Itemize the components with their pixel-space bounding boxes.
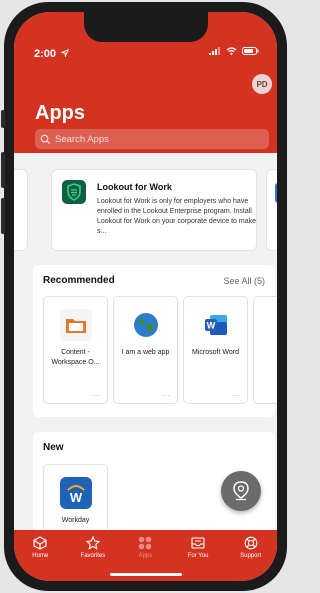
folder-icon xyxy=(60,309,92,341)
tab-label: Home xyxy=(32,553,49,559)
app-card-word[interactable]: W Microsoft Word ... xyxy=(183,296,248,404)
inbox-icon xyxy=(191,537,205,549)
tab-support[interactable]: Support xyxy=(224,530,277,581)
volume-up-button xyxy=(1,152,5,188)
notch xyxy=(84,12,208,42)
recommended-title: Recommended xyxy=(43,275,115,286)
location-arrow-icon xyxy=(60,48,70,58)
avatar[interactable]: PD xyxy=(252,74,272,94)
home-indicator xyxy=(110,573,182,576)
volume-down-button xyxy=(1,198,5,234)
recommended-section: Recommended See All (5) Content - Worksp… xyxy=(33,265,277,417)
grid-icon xyxy=(139,536,152,550)
search-input[interactable]: Search Apps xyxy=(35,129,269,149)
tab-label: Apps xyxy=(138,553,153,559)
app-more-icon[interactable]: ... xyxy=(162,391,171,398)
svg-text:W: W xyxy=(70,490,83,505)
featured-app-description: Lookout for Work is only for employers w… xyxy=(97,198,257,235)
wifi-icon xyxy=(226,47,237,55)
app-name: Workday xyxy=(61,517,90,524)
app-card-workday[interactable]: W Workday xyxy=(43,464,108,533)
status-time: 2:00 xyxy=(34,48,70,60)
tab-label: For You xyxy=(187,553,209,559)
signal-icon xyxy=(209,47,220,55)
screen: 2:00 PD Apps Search Apps Lookout for Wor… xyxy=(14,12,277,581)
avatar-initials: PD xyxy=(256,79,268,89)
next-app-icon xyxy=(275,183,277,203)
new-title: New xyxy=(43,442,64,453)
featured-app-card[interactable]: Lookout for Work Lookout for Work is onl… xyxy=(51,169,257,251)
app-name: Microsoft Word xyxy=(192,349,239,356)
workday-icon: W xyxy=(60,477,92,509)
globe-icon xyxy=(130,309,162,341)
mute-switch xyxy=(1,110,5,128)
battery-icon xyxy=(242,47,259,55)
carousel-card-previous[interactable] xyxy=(14,169,28,251)
svg-text:W: W xyxy=(207,321,216,331)
carousel-card-next[interactable] xyxy=(266,169,277,251)
home-icon xyxy=(33,536,47,550)
app-card-partial[interactable] xyxy=(253,296,277,404)
tab-home[interactable]: Home xyxy=(14,530,67,581)
phone-frame: 2:00 PD Apps Search Apps Lookout for Wor… xyxy=(1,2,287,591)
search-icon xyxy=(40,134,51,144)
tab-label: Support xyxy=(240,553,262,559)
support-fab[interactable] xyxy=(221,471,261,511)
lookout-shield-icon xyxy=(62,180,86,204)
see-all-link[interactable]: See All (5) xyxy=(223,276,265,286)
app-name: I am a web app xyxy=(121,349,170,356)
word-icon: W xyxy=(200,309,232,341)
status-icons xyxy=(209,47,259,55)
app-name: Content - Workspace O... xyxy=(51,349,100,366)
star-icon xyxy=(85,536,100,550)
lifebuoy-icon xyxy=(244,536,258,550)
app-more-icon[interactable]: ... xyxy=(232,391,241,398)
app-card-web-app[interactable]: I am a web app ... xyxy=(113,296,178,404)
page-title: Apps xyxy=(35,102,85,124)
app-card-content[interactable]: Content - Workspace O... ... xyxy=(43,296,108,404)
app-more-icon[interactable]: ... xyxy=(92,391,101,398)
featured-app-title: Lookout for Work xyxy=(97,182,172,192)
location-chat-icon xyxy=(233,481,249,501)
status-time-text: 2:00 xyxy=(34,48,57,60)
tab-label: Favorites xyxy=(80,553,106,559)
search-placeholder: Search Apps xyxy=(55,133,109,145)
